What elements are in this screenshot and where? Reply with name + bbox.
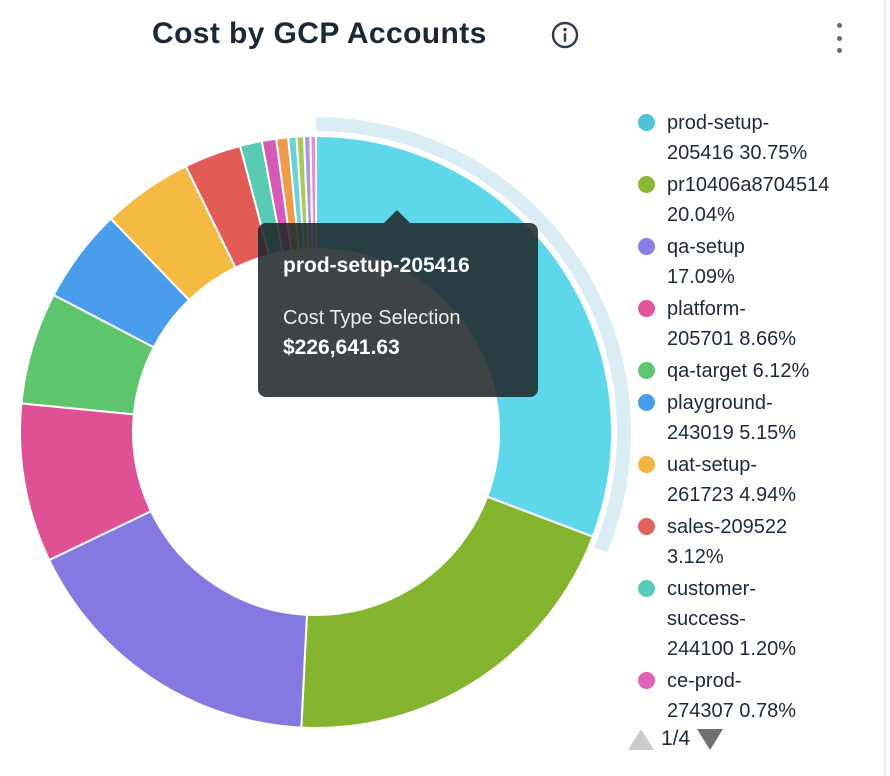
legend-label: qa-target 6.12% <box>667 356 809 386</box>
legend-page-down-icon[interactable] <box>697 729 723 750</box>
legend-swatch-icon <box>638 238 655 255</box>
legend-swatch-icon <box>638 672 655 689</box>
legend-label: prod-setup- 205416 30.75% <box>667 108 807 168</box>
legend-swatch-icon <box>638 456 655 473</box>
legend-label: ce-prod- 274307 0.78% <box>667 666 796 718</box>
legend-item[interactable]: prod-setup- 205416 30.75% <box>636 108 868 168</box>
legend-item[interactable]: pr10406a8704514 20.04% <box>636 170 868 230</box>
legend-label: uat-setup- 261723 4.94% <box>667 450 796 510</box>
legend-swatch-icon <box>638 300 655 317</box>
legend-pagination: 1/4 <box>628 725 723 753</box>
legend-label: playground- 243019 5.15% <box>667 388 796 448</box>
legend-swatch-icon <box>638 580 655 597</box>
legend-page-indicator: 1/4 <box>661 725 690 753</box>
legend-item[interactable]: qa-setup 17.09% <box>636 232 868 292</box>
legend-page-up-icon[interactable] <box>628 729 654 750</box>
legend-item[interactable]: platform- 205701 8.66% <box>636 294 868 354</box>
legend-swatch-icon <box>638 362 655 379</box>
legend-label: sales-209522 3.12% <box>667 512 787 572</box>
legend-item[interactable]: uat-setup- 261723 4.94% <box>636 450 868 510</box>
legend-label: customer- success- 244100 1.20% <box>667 574 796 664</box>
tooltip-value: $226,641.63 <box>283 333 513 363</box>
legend-swatch-icon <box>638 518 655 535</box>
legend-label: pr10406a8704514 20.04% <box>667 170 829 230</box>
legend-swatch-icon <box>638 394 655 411</box>
chart-tooltip: prod-setup-205416 Cost Type Selection $2… <box>258 223 538 397</box>
legend-item[interactable]: qa-target 6.12% <box>636 356 868 386</box>
legend-item[interactable]: ce-prod- 274307 0.78% <box>636 666 868 718</box>
legend-swatch-icon <box>638 114 655 131</box>
legend: prod-setup- 205416 30.75%pr10406a8704514… <box>636 108 868 718</box>
legend-label: platform- 205701 8.66% <box>667 294 796 354</box>
legend-item[interactable]: sales-209522 3.12% <box>636 512 868 572</box>
tooltip-title: prod-setup-205416 <box>283 253 513 279</box>
legend-label: qa-setup 17.09% <box>667 232 745 292</box>
tooltip-label: Cost Type Selection <box>283 303 513 333</box>
cost-by-gcp-accounts-widget: Cost by GCP Accounts prod-setup-205416 C… <box>0 0 890 776</box>
legend-item[interactable]: playground- 243019 5.15% <box>636 388 868 448</box>
pie-slice[interactable] <box>301 497 593 728</box>
legend-swatch-icon <box>638 176 655 193</box>
legend-item[interactable]: customer- success- 244100 1.20% <box>636 574 868 664</box>
pie-slice[interactable] <box>49 511 307 727</box>
